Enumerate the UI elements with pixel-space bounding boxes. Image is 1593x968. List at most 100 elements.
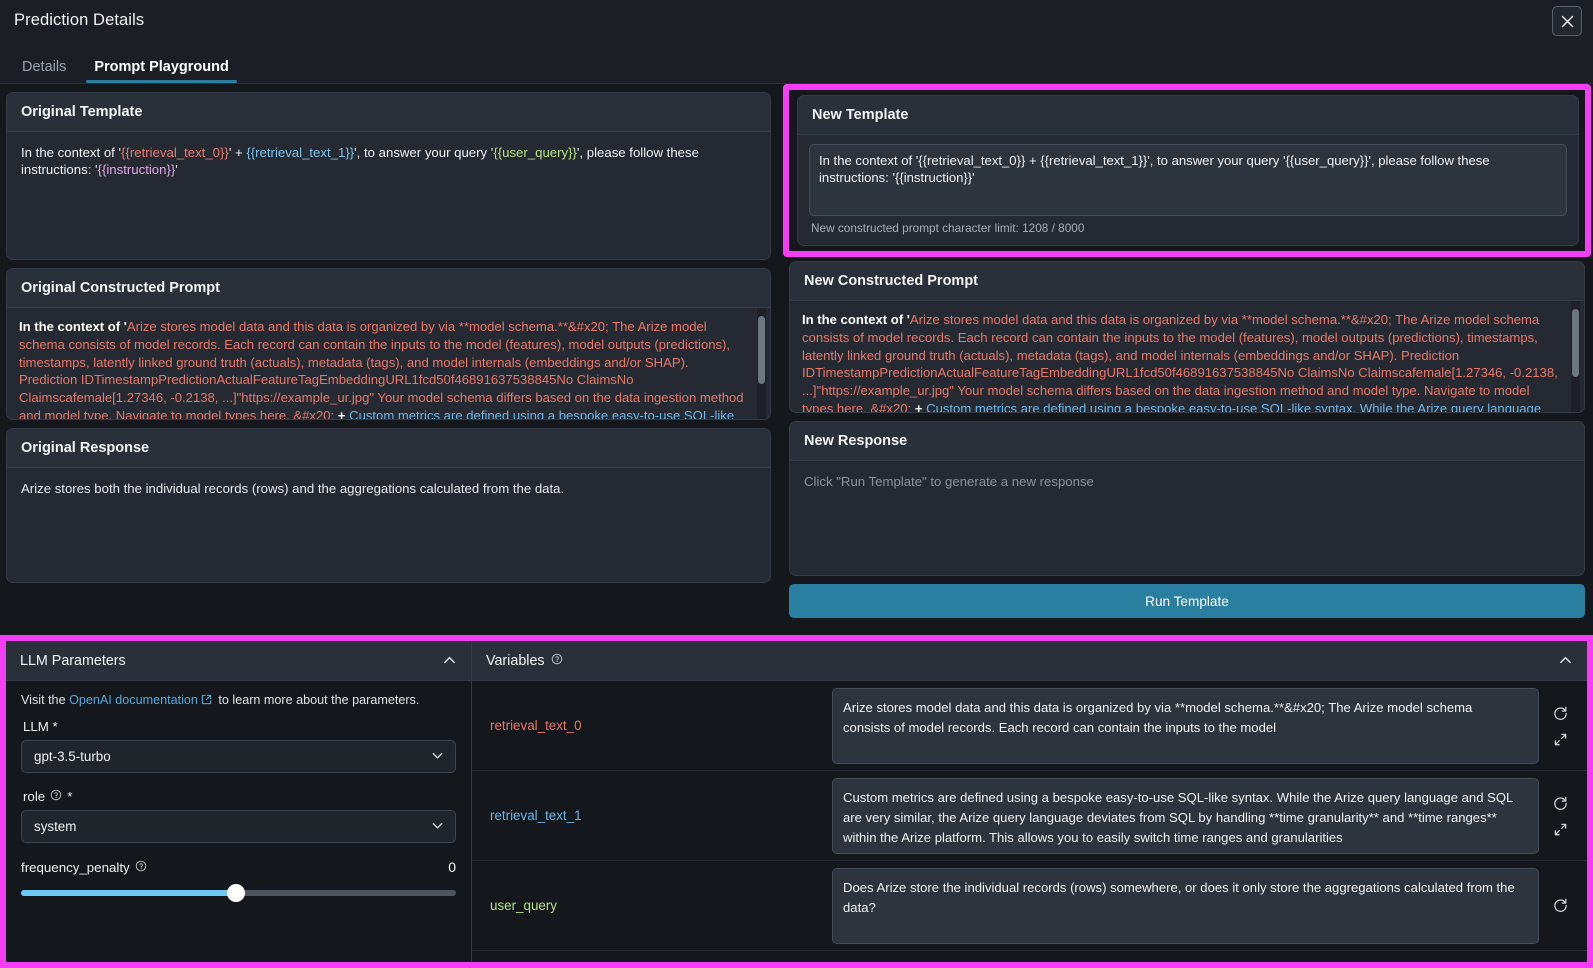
frequency-penalty-row: frequency_penalty 0 bbox=[21, 859, 456, 875]
new-template-char-limit: New constructed prompt character limit: … bbox=[811, 221, 1085, 235]
slider-fill bbox=[21, 890, 237, 896]
original-prompt-scrollbar-thumb[interactable] bbox=[758, 316, 765, 384]
external-link-icon bbox=[201, 694, 212, 708]
original-template-suffix: ' bbox=[175, 162, 178, 178]
variables-title: Variables bbox=[486, 652, 545, 669]
llm-parameters-pane: LLM Parameters Visit the OpenAI document… bbox=[6, 641, 472, 962]
new-right-stack: New Constructed Prompt In the context of… bbox=[779, 257, 1593, 576]
list-item: user_query Does Arize store the individu… bbox=[472, 861, 1587, 951]
hint-text-before: Visit the bbox=[21, 693, 70, 707]
llm-parameters-header: LLM Parameters bbox=[6, 641, 471, 681]
tab-details[interactable]: Details bbox=[8, 59, 80, 84]
original-column: Original Template In the context of '{{r… bbox=[0, 84, 779, 635]
role-field-label: role * bbox=[23, 789, 456, 804]
original-response-title: Original Response bbox=[7, 429, 770, 468]
frequency-penalty-value: 0 bbox=[448, 859, 456, 875]
parameters-variables-region: LLM Parameters Visit the OpenAI document… bbox=[0, 635, 1593, 968]
original-template-var-retrieval-text-1: {{retrieval_text_1}} bbox=[246, 145, 355, 160]
chevron-up-icon[interactable] bbox=[1558, 653, 1573, 668]
new-template-card: New Template In the context of '{{retrie… bbox=[797, 95, 1579, 246]
original-constructed-prompt-title: Original Constructed Prompt bbox=[7, 269, 770, 308]
new-template-body: In the context of '{{retrieval_text_0}} … bbox=[798, 135, 1578, 240]
frequency-penalty-label-text: frequency_penalty bbox=[21, 859, 130, 875]
original-template-title: Original Template bbox=[7, 93, 770, 132]
original-constructed-prompt-body: In the context of 'Arize stores model da… bbox=[7, 308, 770, 419]
original-template-var-retrieval-text-0: {{retrieval_text_0}} bbox=[121, 145, 229, 160]
tab-prompt-playground[interactable]: Prompt Playground bbox=[80, 59, 243, 84]
variable-textarea-retrieval-text-1[interactable]: Custom metrics are defined using a bespo… bbox=[832, 777, 1539, 854]
new-response-placeholder: Click "Run Template" to generate a new r… bbox=[804, 474, 1094, 489]
variable-textarea-retrieval-text-0[interactable]: Arize stores model data and this data is… bbox=[832, 687, 1539, 764]
new-prompt-retrieval-0-text: Arize stores model data and this data is… bbox=[802, 312, 1558, 412]
variable-actions-2 bbox=[1539, 897, 1581, 914]
new-prompt-lead: In the context of ' bbox=[802, 312, 910, 327]
chevron-up-icon[interactable] bbox=[442, 653, 457, 668]
chevron-down-icon bbox=[430, 748, 445, 766]
variable-name-user-query: user_query bbox=[490, 898, 557, 913]
refresh-icon[interactable] bbox=[1552, 795, 1569, 812]
original-template-mid-1: ' + bbox=[228, 145, 247, 160]
new-response-card: New Response Click "Run Template" to gen… bbox=[789, 421, 1585, 576]
prediction-details-window: Prediction Details Details Prompt Playgr… bbox=[0, 0, 1593, 968]
variable-value-wrap-2: Does Arize store the individual records … bbox=[832, 862, 1539, 950]
variable-textarea-user-query[interactable]: Does Arize store the individual records … bbox=[832, 867, 1539, 944]
new-column: New Template In the context of '{{retrie… bbox=[779, 84, 1593, 635]
variable-value-wrap-1: Custom metrics are defined using a bespo… bbox=[832, 772, 1539, 860]
variable-value-wrap-0: Arize stores model data and this data is… bbox=[832, 682, 1539, 770]
run-template-button[interactable]: Run Template bbox=[789, 584, 1585, 618]
llm-label-text: LLM * bbox=[23, 719, 58, 734]
llm-parameters-body: Visit the OpenAI documentation to learn … bbox=[6, 681, 471, 902]
original-template-mid-2: ', to answer your query ' bbox=[354, 145, 494, 160]
variables-pane: Variables retrieval_text_0 Arize stores … bbox=[472, 641, 1587, 962]
original-prompt-plus: + bbox=[334, 407, 350, 419]
refresh-icon[interactable] bbox=[1552, 897, 1569, 914]
chevron-down-icon bbox=[430, 818, 445, 836]
new-prompt-scrollbar-thumb[interactable] bbox=[1572, 309, 1579, 377]
new-template-highlight: New Template In the context of '{{retrie… bbox=[783, 84, 1591, 257]
frequency-penalty-label: frequency_penalty bbox=[21, 860, 147, 875]
hint-text-after: to learn more about the parameters. bbox=[214, 693, 420, 707]
close-icon[interactable] bbox=[1552, 6, 1582, 36]
expand-icon[interactable] bbox=[1553, 732, 1568, 747]
openai-documentation-link[interactable]: OpenAI documentation bbox=[69, 693, 198, 707]
new-response-body: Click "Run Template" to generate a new r… bbox=[790, 461, 1584, 502]
list-item: retrieval_text_1 Custom metrics are defi… bbox=[472, 771, 1587, 861]
help-circle-icon[interactable] bbox=[551, 653, 563, 669]
new-constructed-prompt-body: In the context of 'Arize stores model da… bbox=[790, 301, 1584, 412]
original-template-prefix: In the context of ' bbox=[21, 145, 122, 160]
role-required-asterisk: * bbox=[67, 789, 73, 804]
original-prompt-retrieval-0-text: Arize stores model data and this data is… bbox=[19, 319, 744, 419]
page-title: Prediction Details bbox=[14, 11, 145, 29]
variables-header: Variables bbox=[472, 641, 1587, 681]
original-template-var-user-query: {{user_query}} bbox=[493, 145, 577, 160]
list-item: retrieval_text_0 Arize stores model data… bbox=[472, 681, 1587, 771]
original-constructed-prompt-card: Original Constructed Prompt In the conte… bbox=[6, 268, 771, 420]
llm-select-value: gpt-3.5-turbo bbox=[34, 749, 111, 764]
variable-name-retrieval-text-0: retrieval_text_0 bbox=[490, 718, 582, 733]
openai-docs-hint: Visit the OpenAI documentation to learn … bbox=[21, 693, 456, 708]
original-prompt-lead: In the context of ' bbox=[19, 319, 127, 334]
original-response-body: Arize stores both the individual records… bbox=[21, 481, 565, 496]
original-template-card: Original Template In the context of '{{r… bbox=[6, 92, 771, 260]
role-select-value: system bbox=[34, 819, 77, 834]
help-circle-icon[interactable] bbox=[50, 789, 62, 804]
original-template-var-instruction: {{instruction}} bbox=[97, 162, 176, 178]
llm-select[interactable]: gpt-3.5-turbo bbox=[21, 740, 456, 773]
top-region: Original Template In the context of '{{r… bbox=[0, 84, 1593, 635]
llm-parameters-title: LLM Parameters bbox=[20, 652, 126, 669]
llm-field-label: LLM * bbox=[23, 719, 456, 734]
variable-name-retrieval-text-1: retrieval_text_1 bbox=[490, 808, 582, 823]
new-response-title: New Response bbox=[790, 422, 1584, 461]
refresh-icon[interactable] bbox=[1552, 705, 1569, 722]
new-template-textarea[interactable]: In the context of '{{retrieval_text_0}} … bbox=[809, 144, 1567, 216]
window-titlebar: Prediction Details bbox=[0, 0, 1593, 41]
frequency-penalty-slider[interactable] bbox=[21, 884, 456, 902]
slider-knob[interactable] bbox=[226, 884, 245, 902]
role-select[interactable]: system bbox=[21, 810, 456, 843]
variable-actions-1 bbox=[1539, 795, 1581, 837]
variables-title-group: Variables bbox=[486, 653, 563, 669]
expand-icon[interactable] bbox=[1553, 822, 1568, 837]
new-template-title: New Template bbox=[798, 96, 1578, 135]
variable-actions-0 bbox=[1539, 705, 1581, 747]
help-circle-icon[interactable] bbox=[135, 860, 147, 875]
